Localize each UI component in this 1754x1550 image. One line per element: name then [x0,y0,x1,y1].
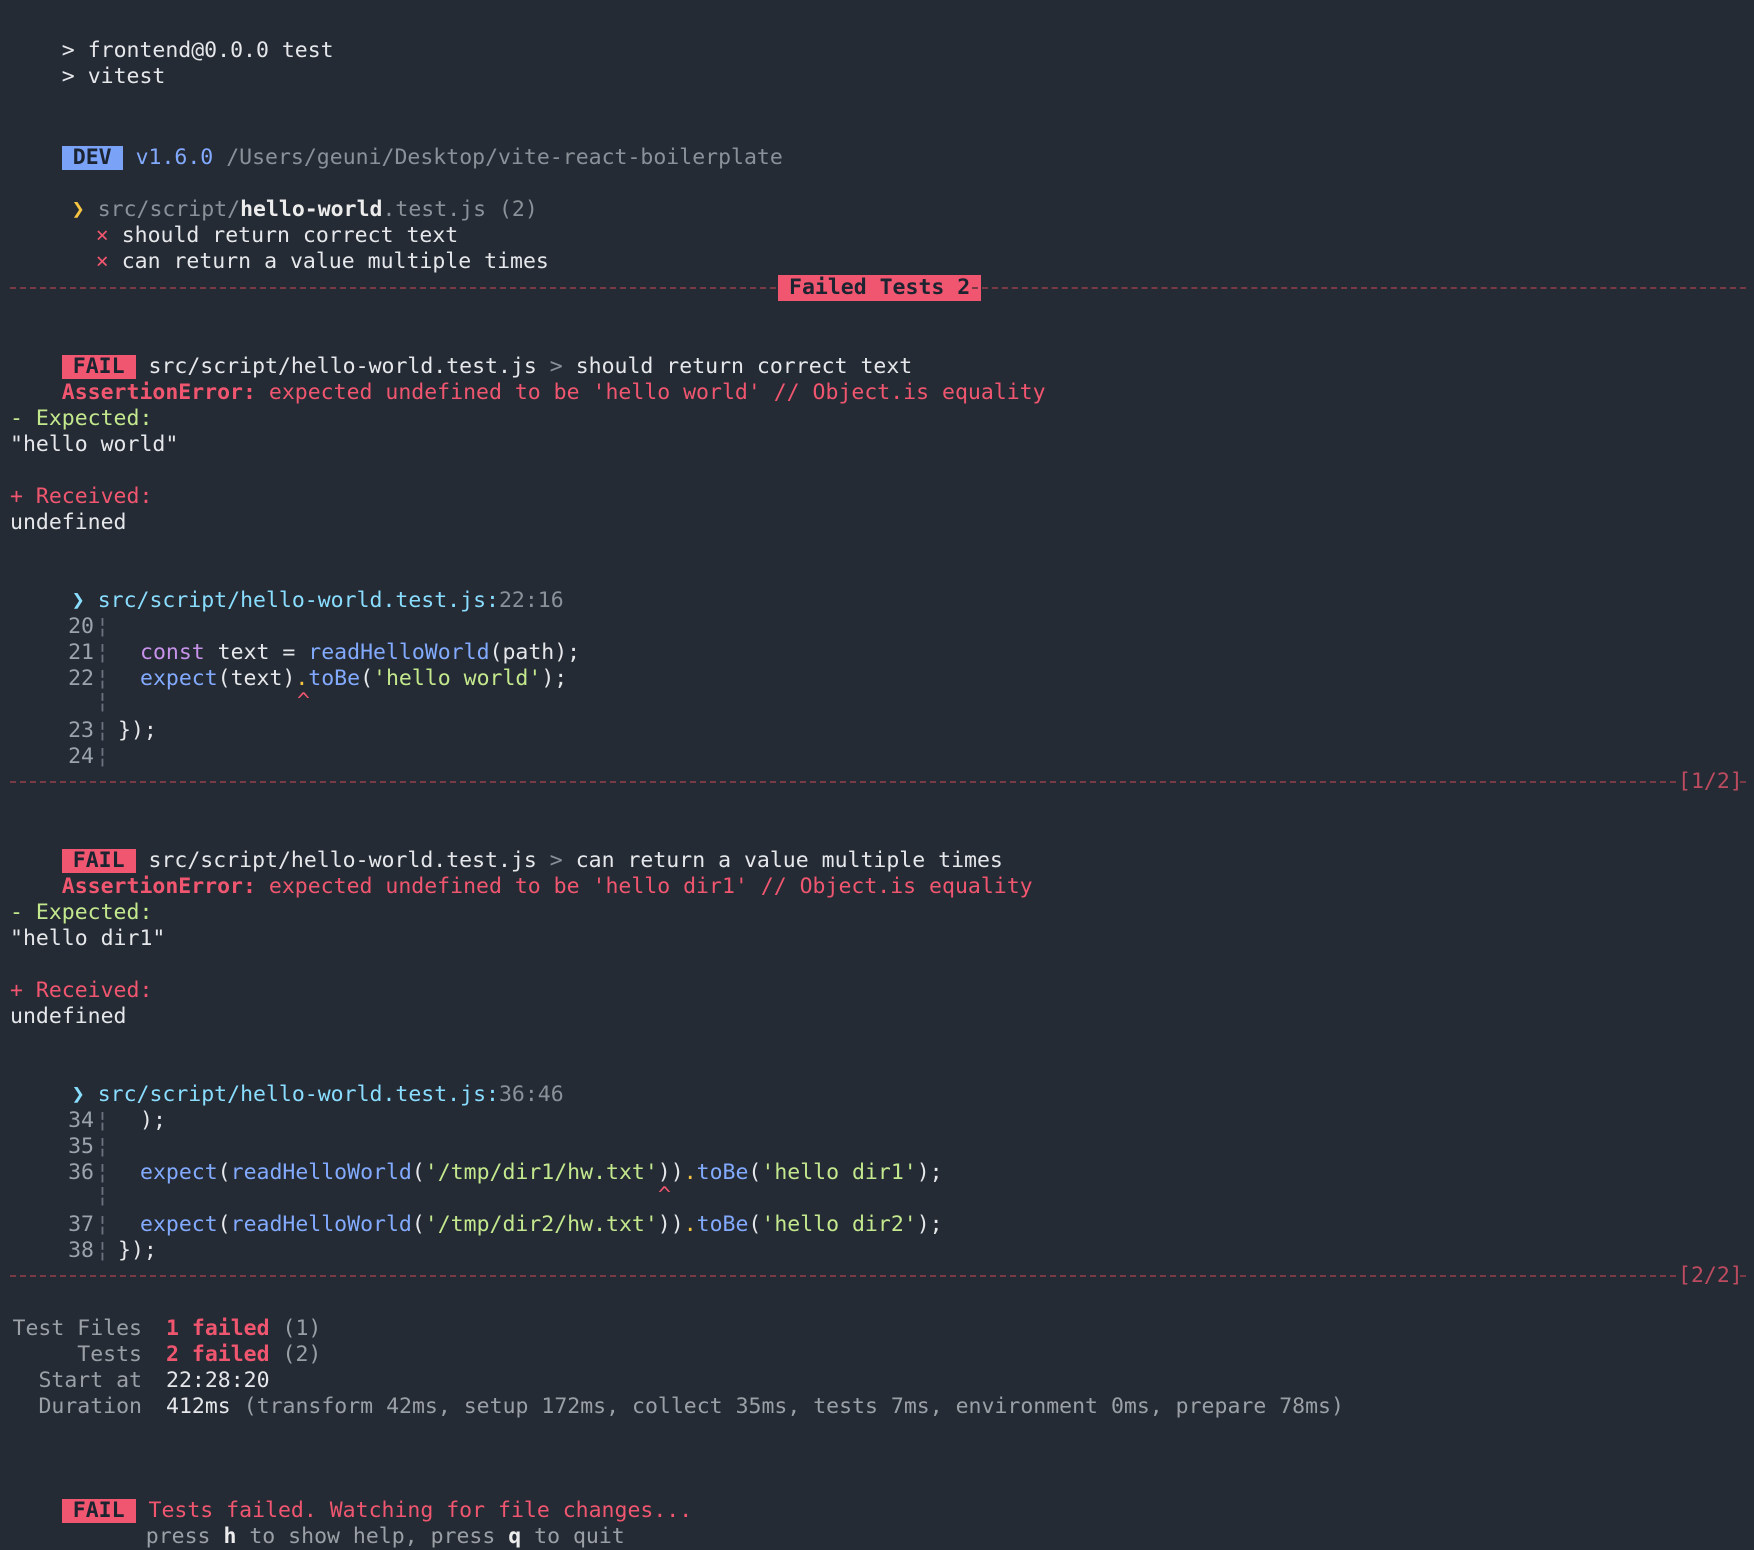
failure-header: FAIL src/script/hello-world.test.js > sh… [10,328,912,379]
expected-value: "hello world" [10,432,179,457]
summary-row-start: Start at 22:28:20 [0,1368,1754,1394]
summary-value: 1 failed [166,1316,270,1341]
test-result-item: × should return correct text [44,197,458,248]
received-value: undefined [10,510,127,535]
code-line: 23 ¦}); [0,692,700,743]
summary-label: Duration [38,1394,142,1419]
failed-tests-banner: Failed Tests 2 [778,275,982,301]
failure-separator: [1/2] [10,769,1746,795]
code-text: }); [118,1238,157,1263]
hint-key-quit[interactable]: q [508,1524,521,1549]
code-line: 20 ¦ [0,588,700,639]
failure-separator: [2/2] [10,1263,1746,1289]
separator-dash [972,287,1746,289]
code-line: 24 ¦ [0,718,700,769]
summary-label: Test Files [12,1316,142,1341]
error-location[interactable]: ❯ src/script/hello-world.test.js:22:16 [20,562,564,613]
assertion-error-line: AssertionError: expected undefined to be… [10,848,1033,899]
summary-label: Tests [77,1342,142,1367]
cross-icon: × [95,249,109,274]
summary-count: (1) [282,1316,322,1341]
prompt-chevron: > [61,64,75,89]
received-label: + Received: [10,978,153,1003]
failure-header: FAIL src/script/hello-world.test.js > ca… [10,822,1003,873]
code-line: 35 ¦ [0,1108,1000,1159]
test-result-item: × can return a value multiple times [44,223,549,274]
separator-dash [10,1275,1676,1277]
test-count: (2) [498,197,538,222]
error-location[interactable]: ❯ src/script/hello-world.test.js:36:46 [20,1056,564,1107]
summary-row-duration: Duration 412ms (transform 42ms, setup 17… [0,1394,1754,1420]
line-number: 24 [68,744,94,769]
error-label: AssertionError: [61,874,256,899]
separator-dash [1740,781,1746,783]
code-line: 21 ¦ const text = readHelloWorld(path); [0,614,700,665]
summary-value-wrap: 2 failed (2) [166,1342,321,1368]
received-label: + Received: [10,484,153,509]
terminal-window: > frontend@0.0.0 test > vitest DEV v1.6.… [0,0,1754,1550]
code-line: 38 ¦}); [0,1212,1000,1263]
summary-row-tests: Tests 2 failed (2) [0,1342,1754,1368]
test-file-summary: ❯ src/script/hello-world.test.js (2) [20,171,538,222]
summary-value-wrap: 1 failed (1) [166,1316,321,1342]
assertion-error-line: AssertionError: expected undefined to be… [10,354,1046,405]
line-number: 38 [68,1238,94,1263]
summary-value: 2 failed [166,1342,270,1367]
hint-key-help[interactable]: h [223,1524,236,1549]
footer-hint: press h to show help, press q to quit [94,1498,625,1549]
gutter: ¦ [96,744,109,769]
summary-row-test-files: Test Files 1 failed (1) [0,1316,1754,1342]
command-name: vitest [87,64,166,89]
expected-value: "hello dir1" [10,926,166,951]
summary-value: 412ms [166,1394,231,1419]
dev-info-line: DEV v1.6.0 /Users/geuni/Desktop/vite-rea… [10,119,783,170]
command-line: > vitest [10,38,166,89]
code-line: ¦ ^ [0,1157,1000,1208]
gutter: ¦ [96,1238,109,1263]
code-line: 37 ¦ expect(readHelloWorld('/tmp/dir2/hw.t… [0,1186,1000,1237]
separator-dash [10,781,1676,783]
failed-tests-separator: Failed Tests 2 [10,275,1746,301]
code-line: 34 ¦); [0,1082,1000,1133]
hint-text: to quit [521,1524,625,1549]
vitest-version: v1.6.0 [135,145,214,170]
expected-label: - Expected: [10,900,153,925]
error-label: AssertionError: [61,380,256,405]
failure-counter: [2/2] [1678,1263,1743,1288]
error-message: expected undefined to be 'hello dir1' //… [268,874,1033,899]
code-line: ¦ ^ [0,663,700,714]
summary-label: Start at [38,1368,142,1393]
npm-script-line: > frontend@0.0.0 test [10,12,334,63]
error-message: expected undefined to be 'hello world' /… [268,380,1046,405]
expected-label: - Expected: [10,406,153,431]
footer-status: FAIL Tests failed. Watching for file cha… [10,1472,692,1523]
dev-badge: DEV [61,146,123,170]
hint-text: press [145,1524,224,1549]
separator-dash [10,287,776,289]
separator-dash [1740,1275,1746,1277]
received-value: undefined [10,1004,127,1029]
project-path: /Users/geuni/Desktop/vite-react-boilerpl… [226,145,783,170]
summary-value-wrap: 412ms (transform 42ms, setup 172ms, coll… [166,1394,1344,1420]
test-name: can return a value multiple times [121,249,549,274]
summary-value: 22:28:20 [166,1368,270,1393]
hint-text: to show help, press [236,1524,509,1549]
failure-counter: [1/2] [1678,769,1743,794]
duration-detail: (transform 42ms, setup 172ms, collect 35… [243,1394,1344,1419]
summary-count: (2) [282,1342,322,1367]
